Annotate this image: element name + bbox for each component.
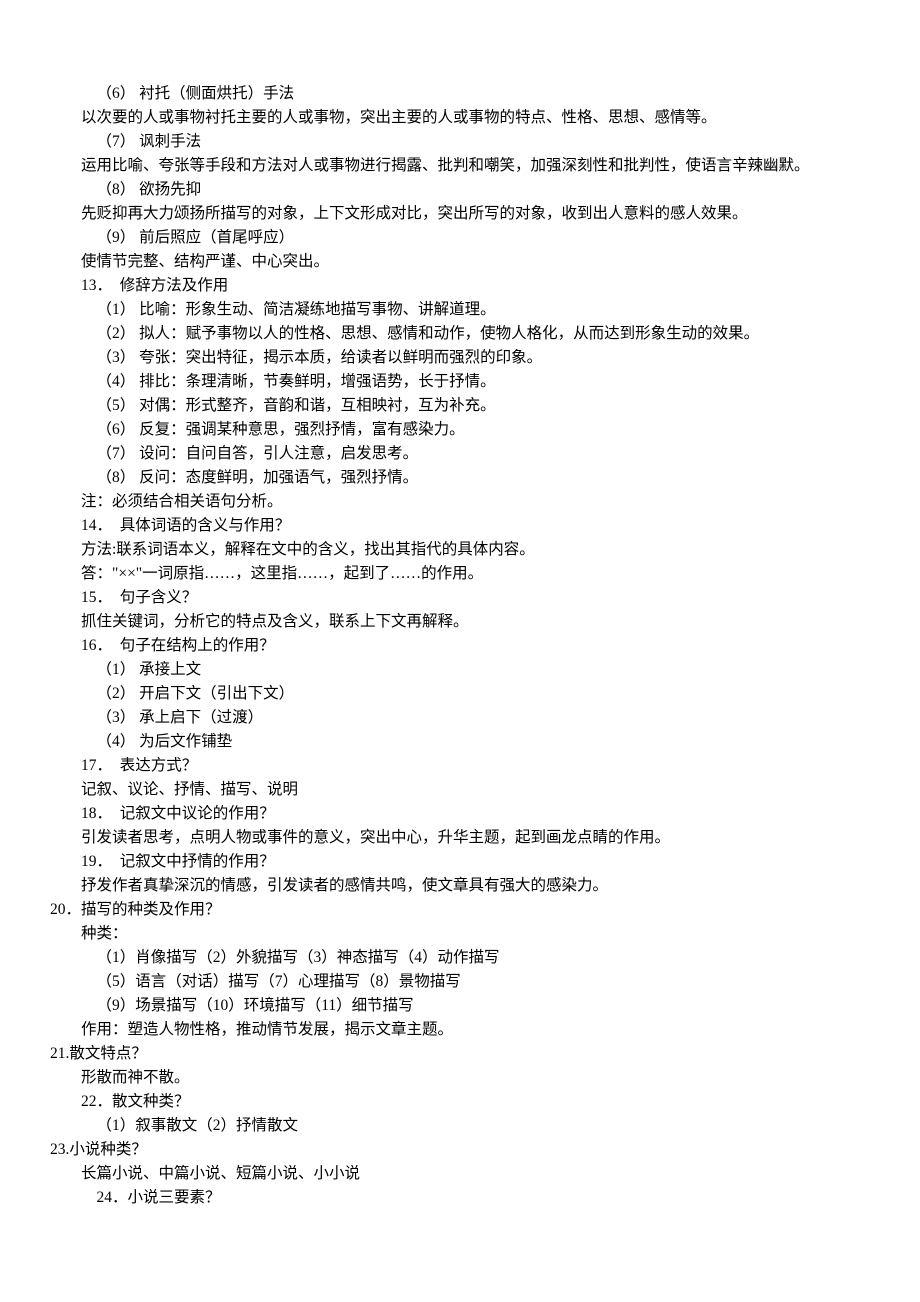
document-body: （6） 衬托（侧面烘托）手法以次要的人或事物衬托主要的人或事物，突出主要的人或事… xyxy=(0,0,920,1250)
text-line: （4） 为后文作铺垫 xyxy=(50,730,870,754)
text-line: （8） 欲扬先抑 xyxy=(50,178,870,202)
text-line: 注：必须结合相关语句分析。 xyxy=(50,490,870,514)
text-line: （3） 夸张：突出特征，揭示本质，给读者以鲜明而强烈的印象。 xyxy=(50,346,870,370)
text-line: （2） 拟人：赋予事物以人的性格、思想、感情和动作，使物人格化，从而达到形象生动… xyxy=(50,322,870,346)
text-line: 引发读者思考，点明人物或事件的意义，突出中心，升华主题，起到画龙点睛的作用。 xyxy=(50,826,870,850)
text-line: （1）肖像描写（2）外貌描写（3）神态描写（4）动作描写 xyxy=(50,946,870,970)
text-line: 抒发作者真挚深沉的情感，引发读者的感情共鸣，使文章具有强大的感染力。 xyxy=(50,874,870,898)
text-line: （6） 反复：强调某种意思，强烈抒情，富有感染力。 xyxy=(50,418,870,442)
text-line: 记叙、议论、抒情、描写、说明 xyxy=(50,778,870,802)
text-line: 形散而神不散。 xyxy=(50,1066,870,1090)
text-line: （6） 衬托（侧面烘托）手法 xyxy=(50,82,870,106)
text-line: （7） 讽刺手法 xyxy=(50,130,870,154)
text-line: （1） 比喻：形象生动、简洁凝练地描写事物、讲解道理。 xyxy=(50,298,870,322)
text-line: （3） 承上启下（过渡） xyxy=(50,706,870,730)
text-line: 种类： xyxy=(50,922,870,946)
text-line: （1）叙事散文（2）抒情散文 xyxy=(50,1114,870,1138)
text-line: 20．描写的种类及作用？ xyxy=(50,898,870,922)
text-line: 长篇小说、中篇小说、短篇小说、小小说 xyxy=(50,1162,870,1186)
text-line: （1） 承接上文 xyxy=(50,658,870,682)
text-line: 22．散文种类？ xyxy=(50,1090,870,1114)
text-line: （8） 反问：态度鲜明，加强语气，强烈抒情。 xyxy=(50,466,870,490)
text-line: 15． 句子含义？ xyxy=(50,586,870,610)
text-line: 16． 句子在结构上的作用？ xyxy=(50,634,870,658)
text-line: （5） 对偶：形式整齐，音韵和谐，互相映衬，互为补充。 xyxy=(50,394,870,418)
text-line: 21.散文特点？ xyxy=(50,1042,870,1066)
text-line: 24．小说三要素？ xyxy=(50,1186,870,1210)
text-line: 作用：塑造人物性格，推动情节发展，揭示文章主题。 xyxy=(50,1018,870,1042)
text-line: 17． 表达方式？ xyxy=(50,754,870,778)
text-line: 23.小说种类？ xyxy=(50,1138,870,1162)
text-line: （9） 前后照应（首尾呼应） xyxy=(50,226,870,250)
text-line: 抓住关键词，分析它的特点及含义，联系上下文再解释。 xyxy=(50,610,870,634)
text-line: （7） 设问：自问自答，引人注意，启发思考。 xyxy=(50,442,870,466)
text-line: 18． 记叙文中议论的作用？ xyxy=(50,802,870,826)
text-line: 13． 修辞方法及作用 xyxy=(50,274,870,298)
text-line: 以次要的人或事物衬托主要的人或事物，突出主要的人或事物的特点、性格、思想、感情等… xyxy=(50,106,870,130)
text-line: 19． 记叙文中抒情的作用？ xyxy=(50,850,870,874)
text-line: （4） 排比：条理清晰，节奏鲜明，增强语势，长于抒情。 xyxy=(50,370,870,394)
text-line: 14． 具体词语的含义与作用？ xyxy=(50,514,870,538)
text-line: 运用比喻、夸张等手段和方法对人或事物进行揭露、批判和嘲笑，加强深刻性和批判性，使… xyxy=(50,154,870,178)
text-line: 使情节完整、结构严谨、中心突出。 xyxy=(50,250,870,274)
text-line: （2） 开启下文（引出下文） xyxy=(50,682,870,706)
text-line: 方法:联系词语本义，解释在文中的含义，找出其指代的具体内容。 xyxy=(50,538,870,562)
text-line: 先贬抑再大力颂扬所描写的对象，上下文形成对比，突出所写的对象，收到出人意料的感人… xyxy=(50,202,870,226)
text-line: （5）语言（对话）描写（7）心理描写（8）景物描写 xyxy=(50,970,870,994)
text-line: 答："××"一词原指……，这里指……，起到了……的作用。 xyxy=(50,562,870,586)
text-line: （9）场景描写（10）环境描写（11）细节描写 xyxy=(50,994,870,1018)
